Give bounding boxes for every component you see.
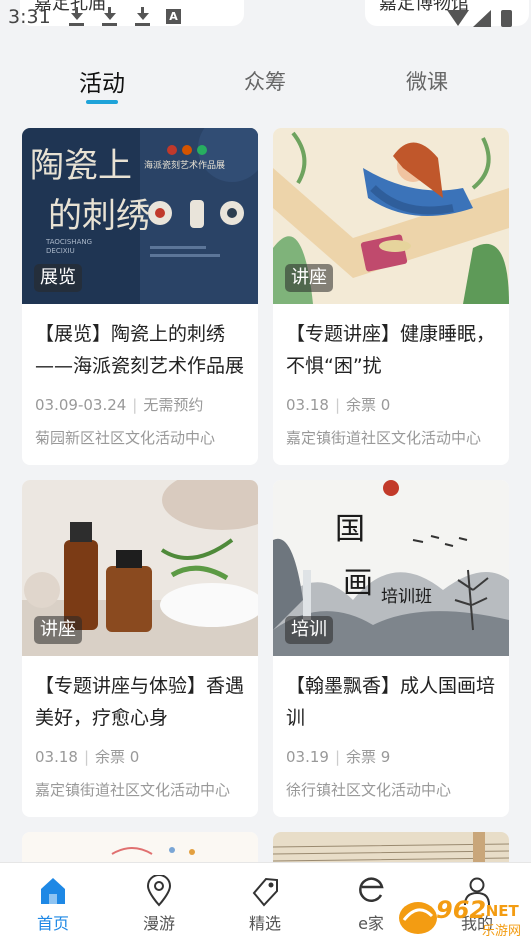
poster-subtitle: 海派瓷刻艺术作品展 (144, 161, 226, 171)
site-watermark-logo: 962 .NET 乐游网 (396, 896, 531, 940)
location-pin-icon (146, 875, 172, 907)
watermark-sub: 乐游网 (482, 924, 522, 939)
download-icon (101, 6, 119, 28)
nav-featured[interactable]: 精选 (212, 863, 318, 944)
activity-venue: 嘉定镇街道社区文化活动中心 (286, 429, 482, 447)
tab-crowdfunding[interactable]: 众筹 (225, 66, 305, 96)
e-home-icon (359, 877, 384, 902)
watermark-brand: 962 (436, 896, 487, 924)
nav-home[interactable]: 首页 (0, 863, 106, 944)
activity-availability: 无需预约 (143, 396, 204, 414)
activity-availability: 余票 0 (95, 748, 140, 766)
activity-venue: 菊园新区社区文化活动中心 (35, 429, 216, 447)
category-badge: 展览 (34, 264, 82, 292)
activity-availability: 余票 9 (346, 748, 391, 766)
activity-card[interactable]: 讲座 【专题讲座与体验】香遇美好，疗愈心身 03.18 | 余票 0 嘉定镇街道社区… (22, 480, 258, 817)
activity-poster: 讲座 (273, 128, 509, 304)
activity-card[interactable]: 讲座 【专题讲座】健康睡眠，不惧“困”扰 03.18 | 余票 0 嘉定镇街道社区文… (273, 128, 509, 465)
activity-title: 【展览】陶瓷上的刺绣——海派瓷刻艺术作品展 (35, 323, 245, 377)
category-badge: 讲座 (34, 616, 82, 644)
activity-venue: 嘉定镇街道社区文化活动中心 (35, 781, 231, 799)
meta-separator: | (334, 748, 341, 766)
poster-title-line2: 的刺绣 (48, 196, 150, 236)
nav-explore-label: 漫游 (142, 914, 175, 933)
poster-subtitle: 培训班 (381, 587, 432, 607)
battery-icon (501, 10, 512, 27)
activity-availability: 余票 0 (346, 396, 391, 414)
notification-a-icon: A (166, 9, 181, 24)
download-icon (134, 6, 152, 28)
activity-date: 03.09-03.24 (35, 396, 127, 414)
activity-date: 03.18 (35, 748, 78, 766)
tab-activities[interactable]: 活动 (62, 64, 142, 98)
meta-separator: | (83, 748, 90, 766)
status-bar: 嘉定孔庙 嘉定博物馆 3:31 A (0, 0, 531, 36)
tab-micro-courses[interactable]: 微课 (387, 66, 467, 96)
activity-card[interactable]: 国 画 培训班 培训 【翰墨飘香】成人国画培训 03.19 | 余票 9 徐行镇社区… (273, 480, 509, 817)
download-icon (68, 6, 86, 28)
activity-title: 【专题讲座与体验】香遇美好，疗愈心身 (35, 675, 245, 729)
activity-meta: 03.09-03.24 | 无需预约 (35, 394, 203, 415)
system-icons (447, 8, 525, 28)
activity-poster: 国 画 培训班 培训 (273, 480, 509, 656)
category-tabs: 活动 众筹 微课 (0, 58, 531, 108)
nav-home-label: 首页 (36, 914, 69, 933)
activity-poster: 讲座 (22, 480, 258, 656)
activity-date: 03.18 (286, 396, 329, 414)
nav-explore[interactable]: 漫游 (106, 863, 212, 944)
tag-icon (252, 877, 278, 907)
category-badge: 讲座 (285, 264, 333, 292)
home-icon (41, 878, 65, 904)
poster-pinyin: TAOCISHANG DECIXIU (46, 238, 93, 255)
meta-separator: | (132, 396, 138, 414)
activity-meta: 03.19 | 余票 9 (286, 746, 390, 767)
nav-featured-label: 精选 (248, 914, 281, 933)
category-badge: 培训 (285, 616, 333, 644)
watermark-suffix: .NET (480, 902, 519, 920)
active-tab-indicator (86, 100, 118, 104)
poster-title-line1: 陶瓷上 (30, 146, 132, 186)
activity-venue: 徐行镇社区文化活动中心 (286, 781, 452, 799)
clock: 3:31 (8, 6, 51, 28)
activity-meta: 03.18 | 余票 0 (286, 394, 390, 415)
meta-separator: | (334, 396, 341, 414)
activity-card[interactable]: 陶瓷上 的刺绣 海派瓷刻艺术作品展 TAOCISHANG DECIXIU 展览 … (22, 128, 258, 465)
poster-char-1: 国 (335, 512, 365, 547)
poster-char-2: 画 (343, 566, 373, 601)
activity-meta: 03.18 | 余票 0 (35, 746, 139, 767)
signal-icon (473, 10, 491, 27)
activity-title: 【专题讲座】健康睡眠，不惧“困”扰 (286, 323, 496, 377)
venue-chip-left[interactable]: 嘉定孔庙 (20, 0, 244, 26)
activity-poster: 陶瓷上 的刺绣 海派瓷刻艺术作品展 TAOCISHANG DECIXIU 展览 (22, 128, 258, 304)
wifi-icon (447, 10, 469, 26)
activity-title: 【翰墨飘香】成人国画培训 (286, 675, 496, 729)
activity-date: 03.19 (286, 748, 329, 766)
